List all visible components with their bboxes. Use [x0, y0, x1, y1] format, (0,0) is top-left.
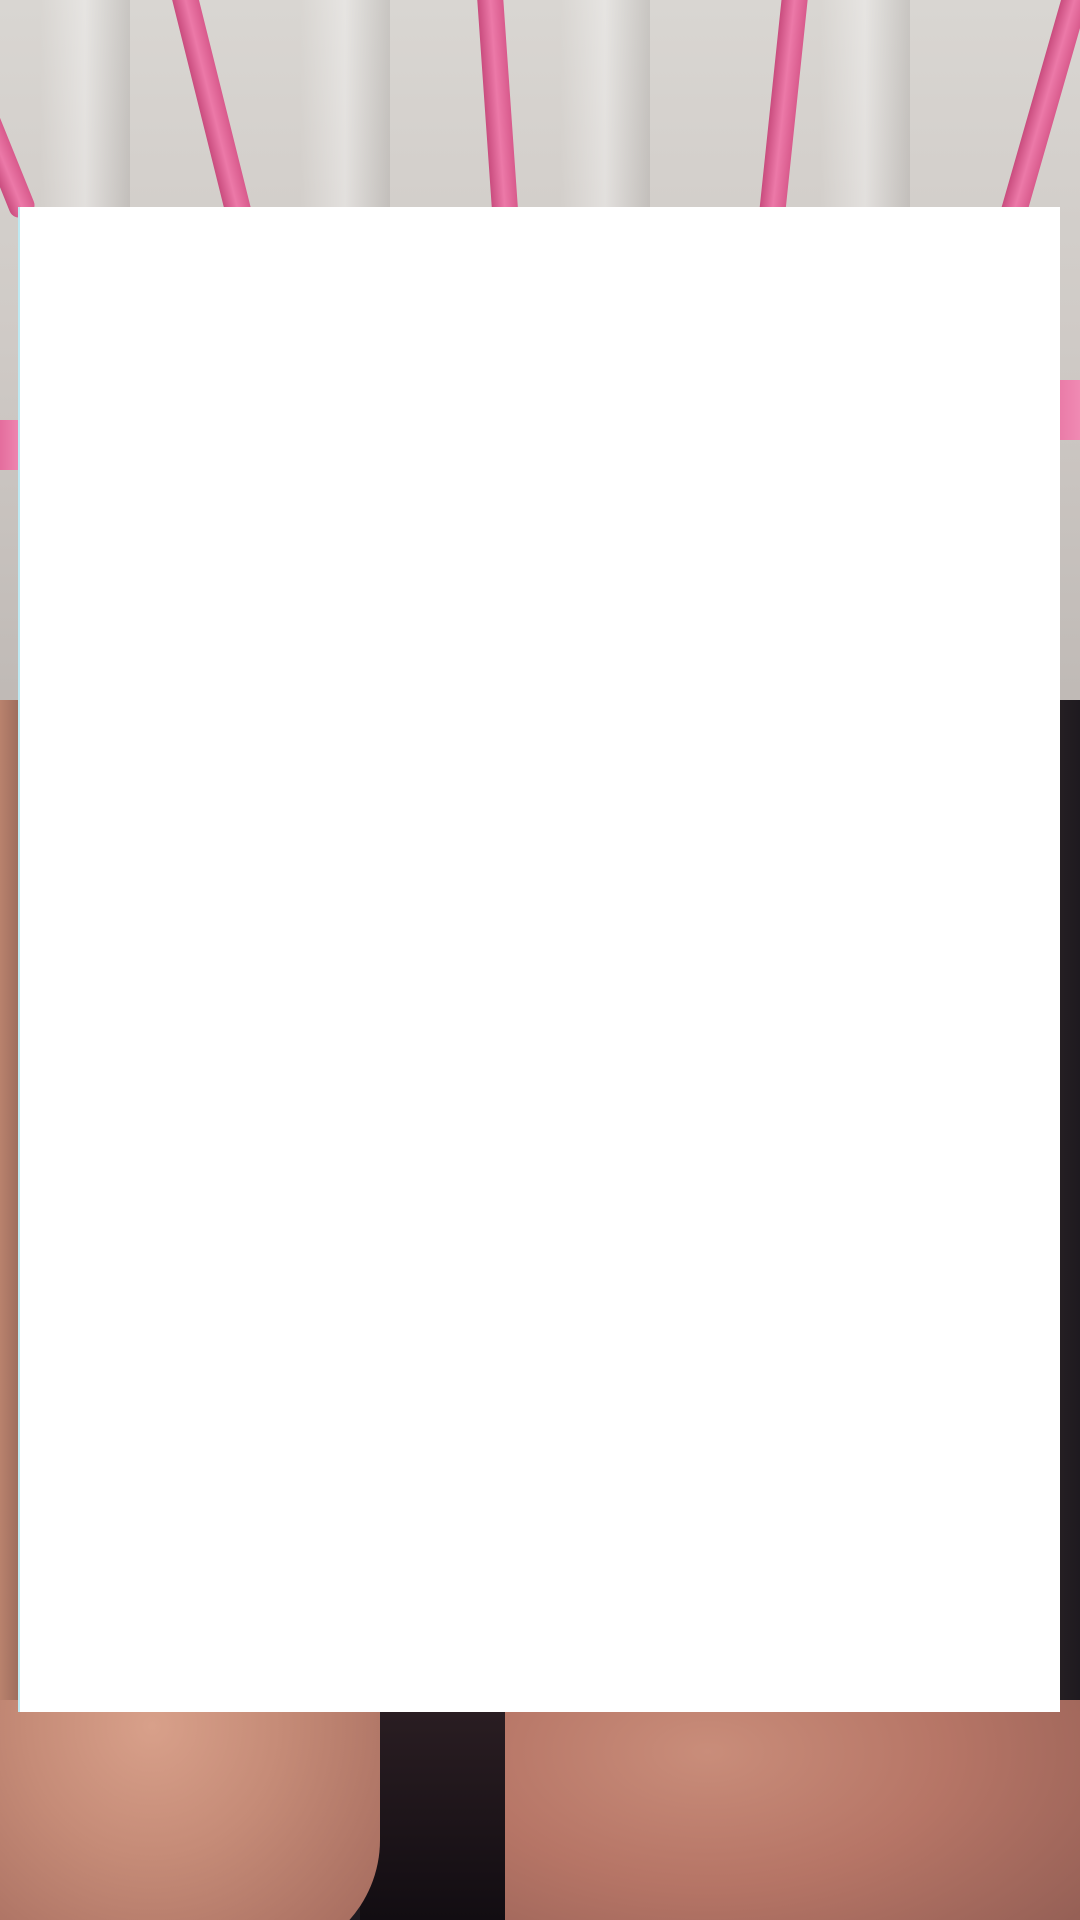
pink-rail — [0, 420, 22, 470]
pink-bar — [994, 0, 1080, 239]
screen — [0, 0, 1080, 1920]
pink-bar — [0, 99, 38, 221]
pink-bar — [756, 0, 810, 241]
background-photo-skin-right — [505, 1700, 1080, 1920]
pink-bar — [168, 0, 258, 240]
blank-overlay-panel — [20, 207, 1060, 1712]
background-shadow — [360, 1700, 520, 1920]
background-photo-skin-left — [0, 1700, 380, 1920]
pink-bar — [475, 0, 521, 241]
